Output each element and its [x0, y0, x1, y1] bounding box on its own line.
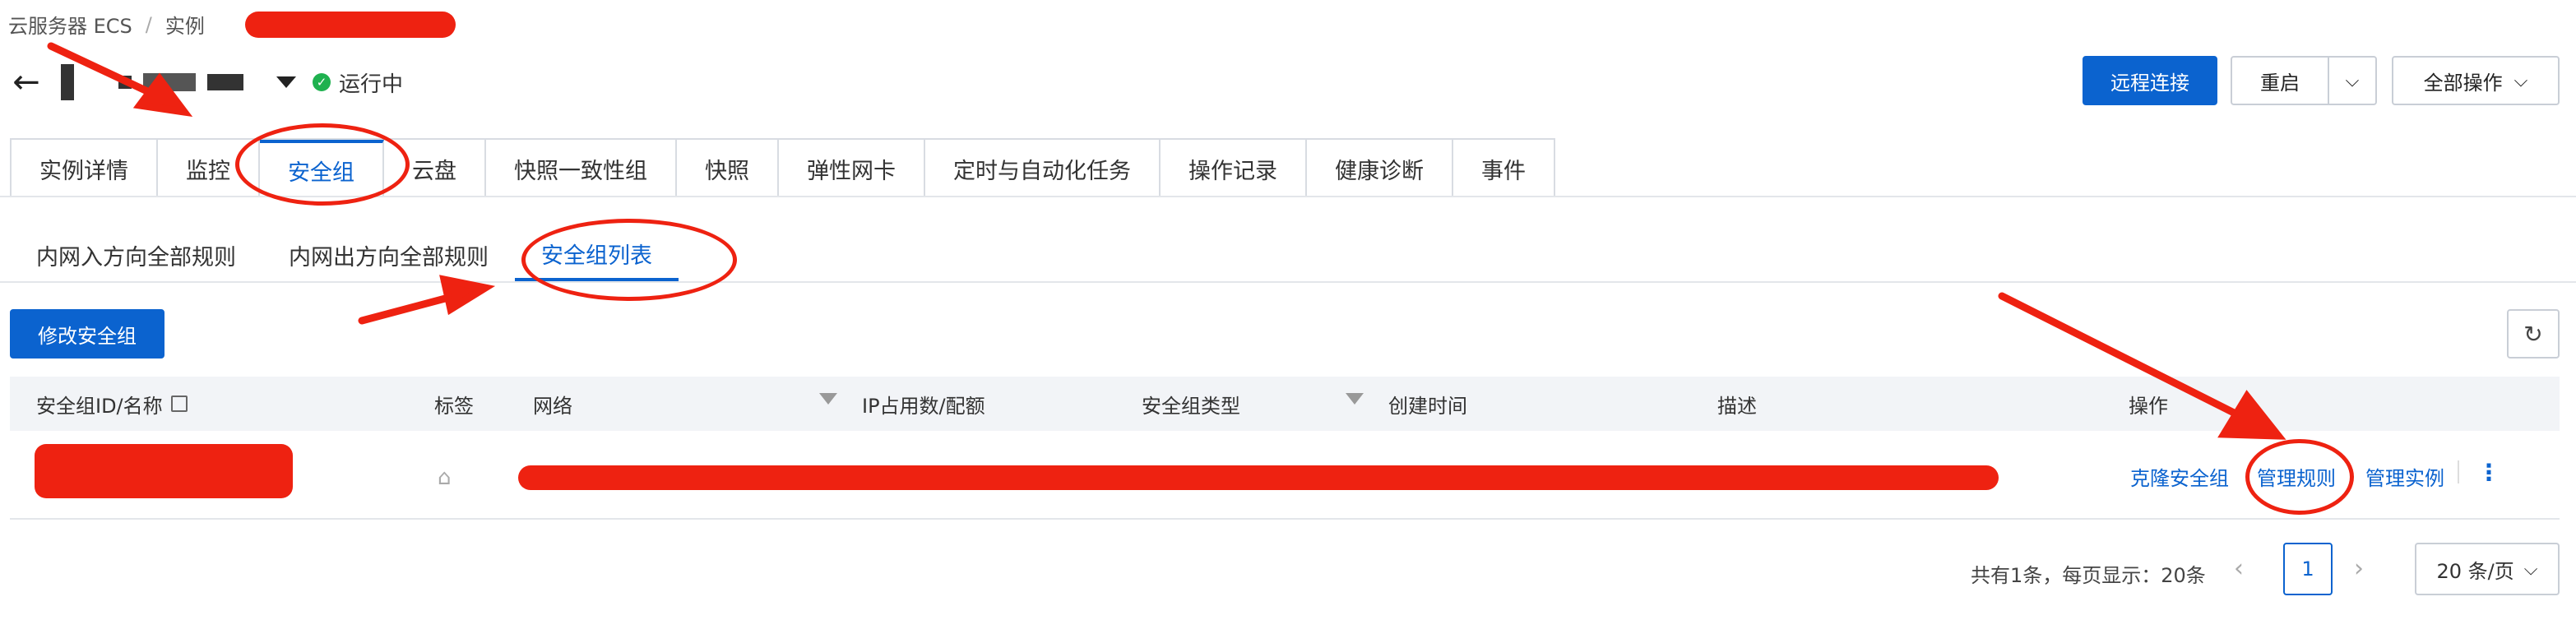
- annotation-arrow-3-head: [2217, 390, 2286, 440]
- annotation-arrows: [47, 42, 2286, 440]
- annotation-arrow-1: [47, 42, 164, 101]
- annotation-arrow-3: [1998, 292, 2245, 420]
- annotation-arrow-2-head: [439, 275, 496, 316]
- annotation-arrow-1-head: [132, 72, 193, 118]
